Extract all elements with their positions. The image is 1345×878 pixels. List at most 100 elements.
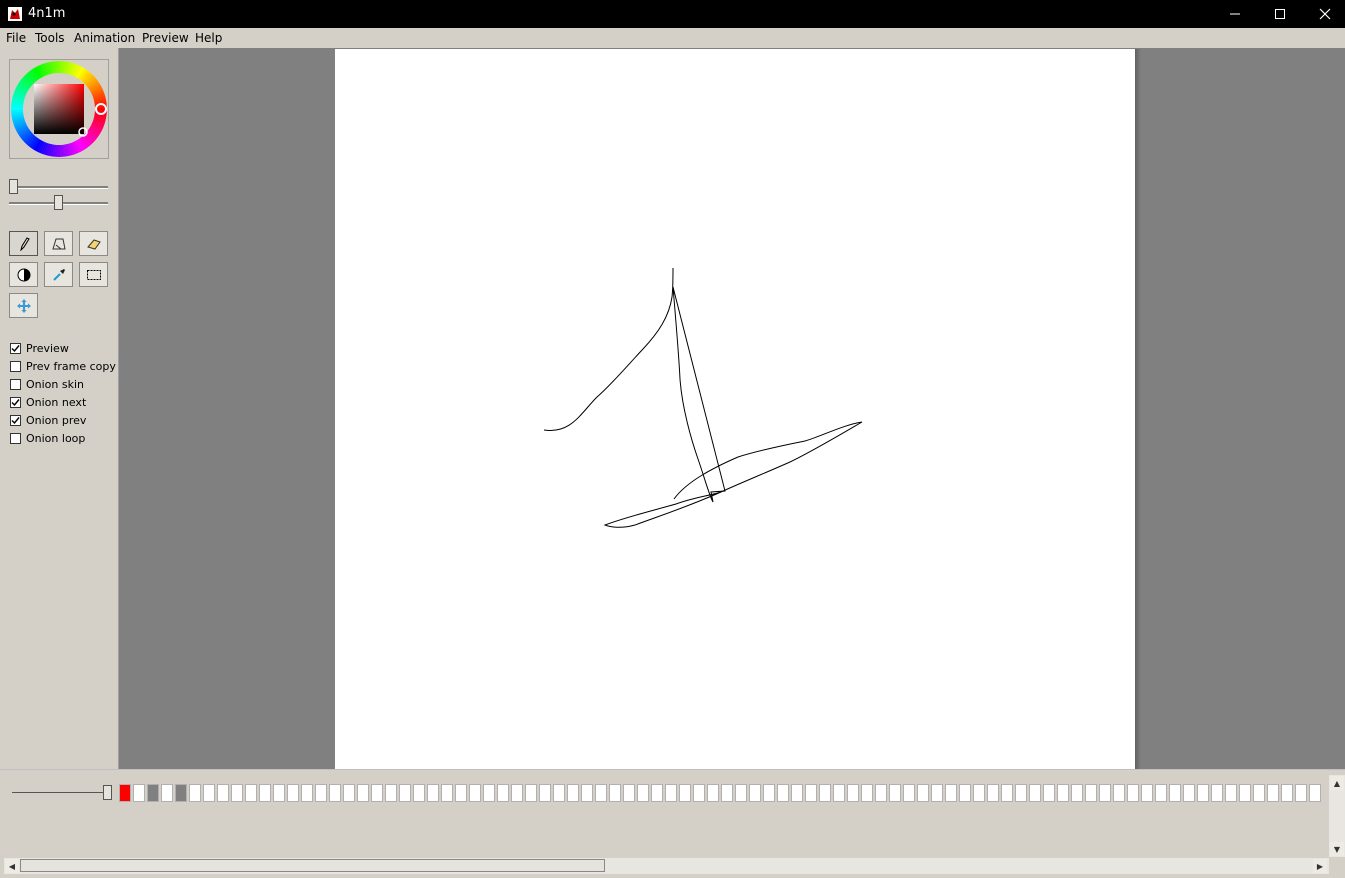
frame-cell[interactable] xyxy=(763,784,775,802)
move-tool-button[interactable] xyxy=(9,293,38,318)
frame-cell[interactable] xyxy=(973,784,985,802)
scroll-right-arrow[interactable]: ▶ xyxy=(1313,859,1327,873)
prev-frame-copy-checkbox[interactable]: Prev frame copy xyxy=(10,358,116,374)
frame-cell[interactable] xyxy=(1253,784,1265,802)
invert-tool-button[interactable] xyxy=(9,262,38,287)
color-picker[interactable] xyxy=(9,59,109,159)
frame-cell[interactable] xyxy=(1127,784,1139,802)
frame-cell[interactable] xyxy=(161,784,173,802)
frame-cell[interactable] xyxy=(287,784,299,802)
frame-cell[interactable] xyxy=(525,784,537,802)
shape-tool-button[interactable] xyxy=(44,231,73,256)
frame-cell[interactable] xyxy=(917,784,929,802)
frame-cell[interactable] xyxy=(791,784,803,802)
frame-keyframe[interactable] xyxy=(175,784,187,802)
frame-cell[interactable] xyxy=(357,784,369,802)
frame-cell[interactable] xyxy=(931,784,943,802)
frame-cell[interactable] xyxy=(497,784,509,802)
preview-checkbox[interactable]: Preview xyxy=(10,340,69,356)
checkbox-box[interactable] xyxy=(10,432,21,444)
frame-cell[interactable] xyxy=(1113,784,1125,802)
frame-cell[interactable] xyxy=(707,784,719,802)
frame-cell[interactable] xyxy=(805,784,817,802)
frame-cell[interactable] xyxy=(1239,784,1251,802)
frame-cell[interactable] xyxy=(987,784,999,802)
frame-cell[interactable] xyxy=(301,784,313,802)
checkbox-box[interactable] xyxy=(10,342,21,354)
checkbox-box[interactable] xyxy=(10,396,21,408)
frame-cell[interactable] xyxy=(721,784,733,802)
horizontal-scroll-thumb[interactable] xyxy=(20,859,605,872)
frame-cell[interactable] xyxy=(1043,784,1055,802)
frame-cell[interactable] xyxy=(679,784,691,802)
frame-cell[interactable] xyxy=(1155,784,1167,802)
frame-cell[interactable] xyxy=(1267,784,1279,802)
frame-cell[interactable] xyxy=(217,784,229,802)
frame-current[interactable] xyxy=(119,784,131,802)
checkbox-box[interactable] xyxy=(10,414,21,426)
frame-cell[interactable] xyxy=(553,784,565,802)
frame-cell[interactable] xyxy=(875,784,887,802)
frame-cell[interactable] xyxy=(1281,784,1293,802)
pen-tool-button[interactable] xyxy=(9,231,38,256)
onion-loop-checkbox[interactable]: Onion loop xyxy=(10,430,85,446)
frame-cell[interactable] xyxy=(1071,784,1083,802)
scroll-down-arrow[interactable]: ▼ xyxy=(1330,842,1344,856)
drawing-canvas[interactable] xyxy=(335,49,1135,769)
frame-cell[interactable] xyxy=(539,784,551,802)
brush-size-slider[interactable] xyxy=(9,179,108,195)
menu-preview[interactable]: Preview xyxy=(142,31,189,45)
frame-cell[interactable] xyxy=(1309,784,1321,802)
frame-cell[interactable] xyxy=(441,784,453,802)
frame-cell[interactable] xyxy=(1099,784,1111,802)
frame-cell[interactable] xyxy=(651,784,663,802)
minimize-button[interactable] xyxy=(1212,0,1258,28)
eyedropper-tool-button[interactable] xyxy=(44,262,73,287)
frame-cell[interactable] xyxy=(777,784,789,802)
opacity-thumb[interactable] xyxy=(54,195,63,210)
timeline-zoom-slider[interactable] xyxy=(12,784,112,802)
menu-animation[interactable]: Animation xyxy=(74,31,135,45)
frame-cell[interactable] xyxy=(833,784,845,802)
eraser-tool-button[interactable] xyxy=(79,231,108,256)
frame-cell[interactable] xyxy=(371,784,383,802)
maximize-button[interactable] xyxy=(1257,0,1303,28)
frame-cell[interactable] xyxy=(133,784,145,802)
frame-cell[interactable] xyxy=(889,784,901,802)
frame-cell[interactable] xyxy=(1001,784,1013,802)
frame-cell[interactable] xyxy=(693,784,705,802)
scroll-left-arrow[interactable]: ◀ xyxy=(5,859,19,873)
frame-cell[interactable] xyxy=(819,784,831,802)
frame-cell[interactable] xyxy=(427,784,439,802)
frame-cell[interactable] xyxy=(847,784,859,802)
frame-cell[interactable] xyxy=(399,784,411,802)
frame-cell[interactable] xyxy=(1211,784,1223,802)
frame-cell[interactable] xyxy=(469,784,481,802)
frame-cell[interactable] xyxy=(1295,784,1307,802)
frame-cell[interactable] xyxy=(483,784,495,802)
scroll-up-arrow[interactable]: ▲ xyxy=(1330,776,1344,790)
frame-cell[interactable] xyxy=(511,784,523,802)
frame-cell[interactable] xyxy=(1057,784,1069,802)
frame-cell[interactable] xyxy=(623,784,635,802)
frame-cell[interactable] xyxy=(1225,784,1237,802)
close-button[interactable] xyxy=(1302,0,1345,28)
frame-cell[interactable] xyxy=(1183,784,1195,802)
frame-cell[interactable] xyxy=(959,784,971,802)
frame-cell[interactable] xyxy=(749,784,761,802)
frame-cell[interactable] xyxy=(1029,784,1041,802)
opacity-slider[interactable] xyxy=(9,195,108,211)
frame-cell[interactable] xyxy=(455,784,467,802)
frame-cell[interactable] xyxy=(665,784,677,802)
frame-cell[interactable] xyxy=(595,784,607,802)
frame-cell[interactable] xyxy=(1197,784,1209,802)
frame-cell[interactable] xyxy=(1169,784,1181,802)
frame-cell[interactable] xyxy=(231,784,243,802)
horizontal-scrollbar[interactable]: ◀ ▶ xyxy=(4,858,1329,874)
frame-cell[interactable] xyxy=(567,784,579,802)
frame-cell[interactable] xyxy=(259,784,271,802)
menu-help[interactable]: Help xyxy=(195,31,222,45)
frame-cell[interactable] xyxy=(273,784,285,802)
frame-cell[interactable] xyxy=(245,784,257,802)
checkbox-box[interactable] xyxy=(10,378,21,390)
